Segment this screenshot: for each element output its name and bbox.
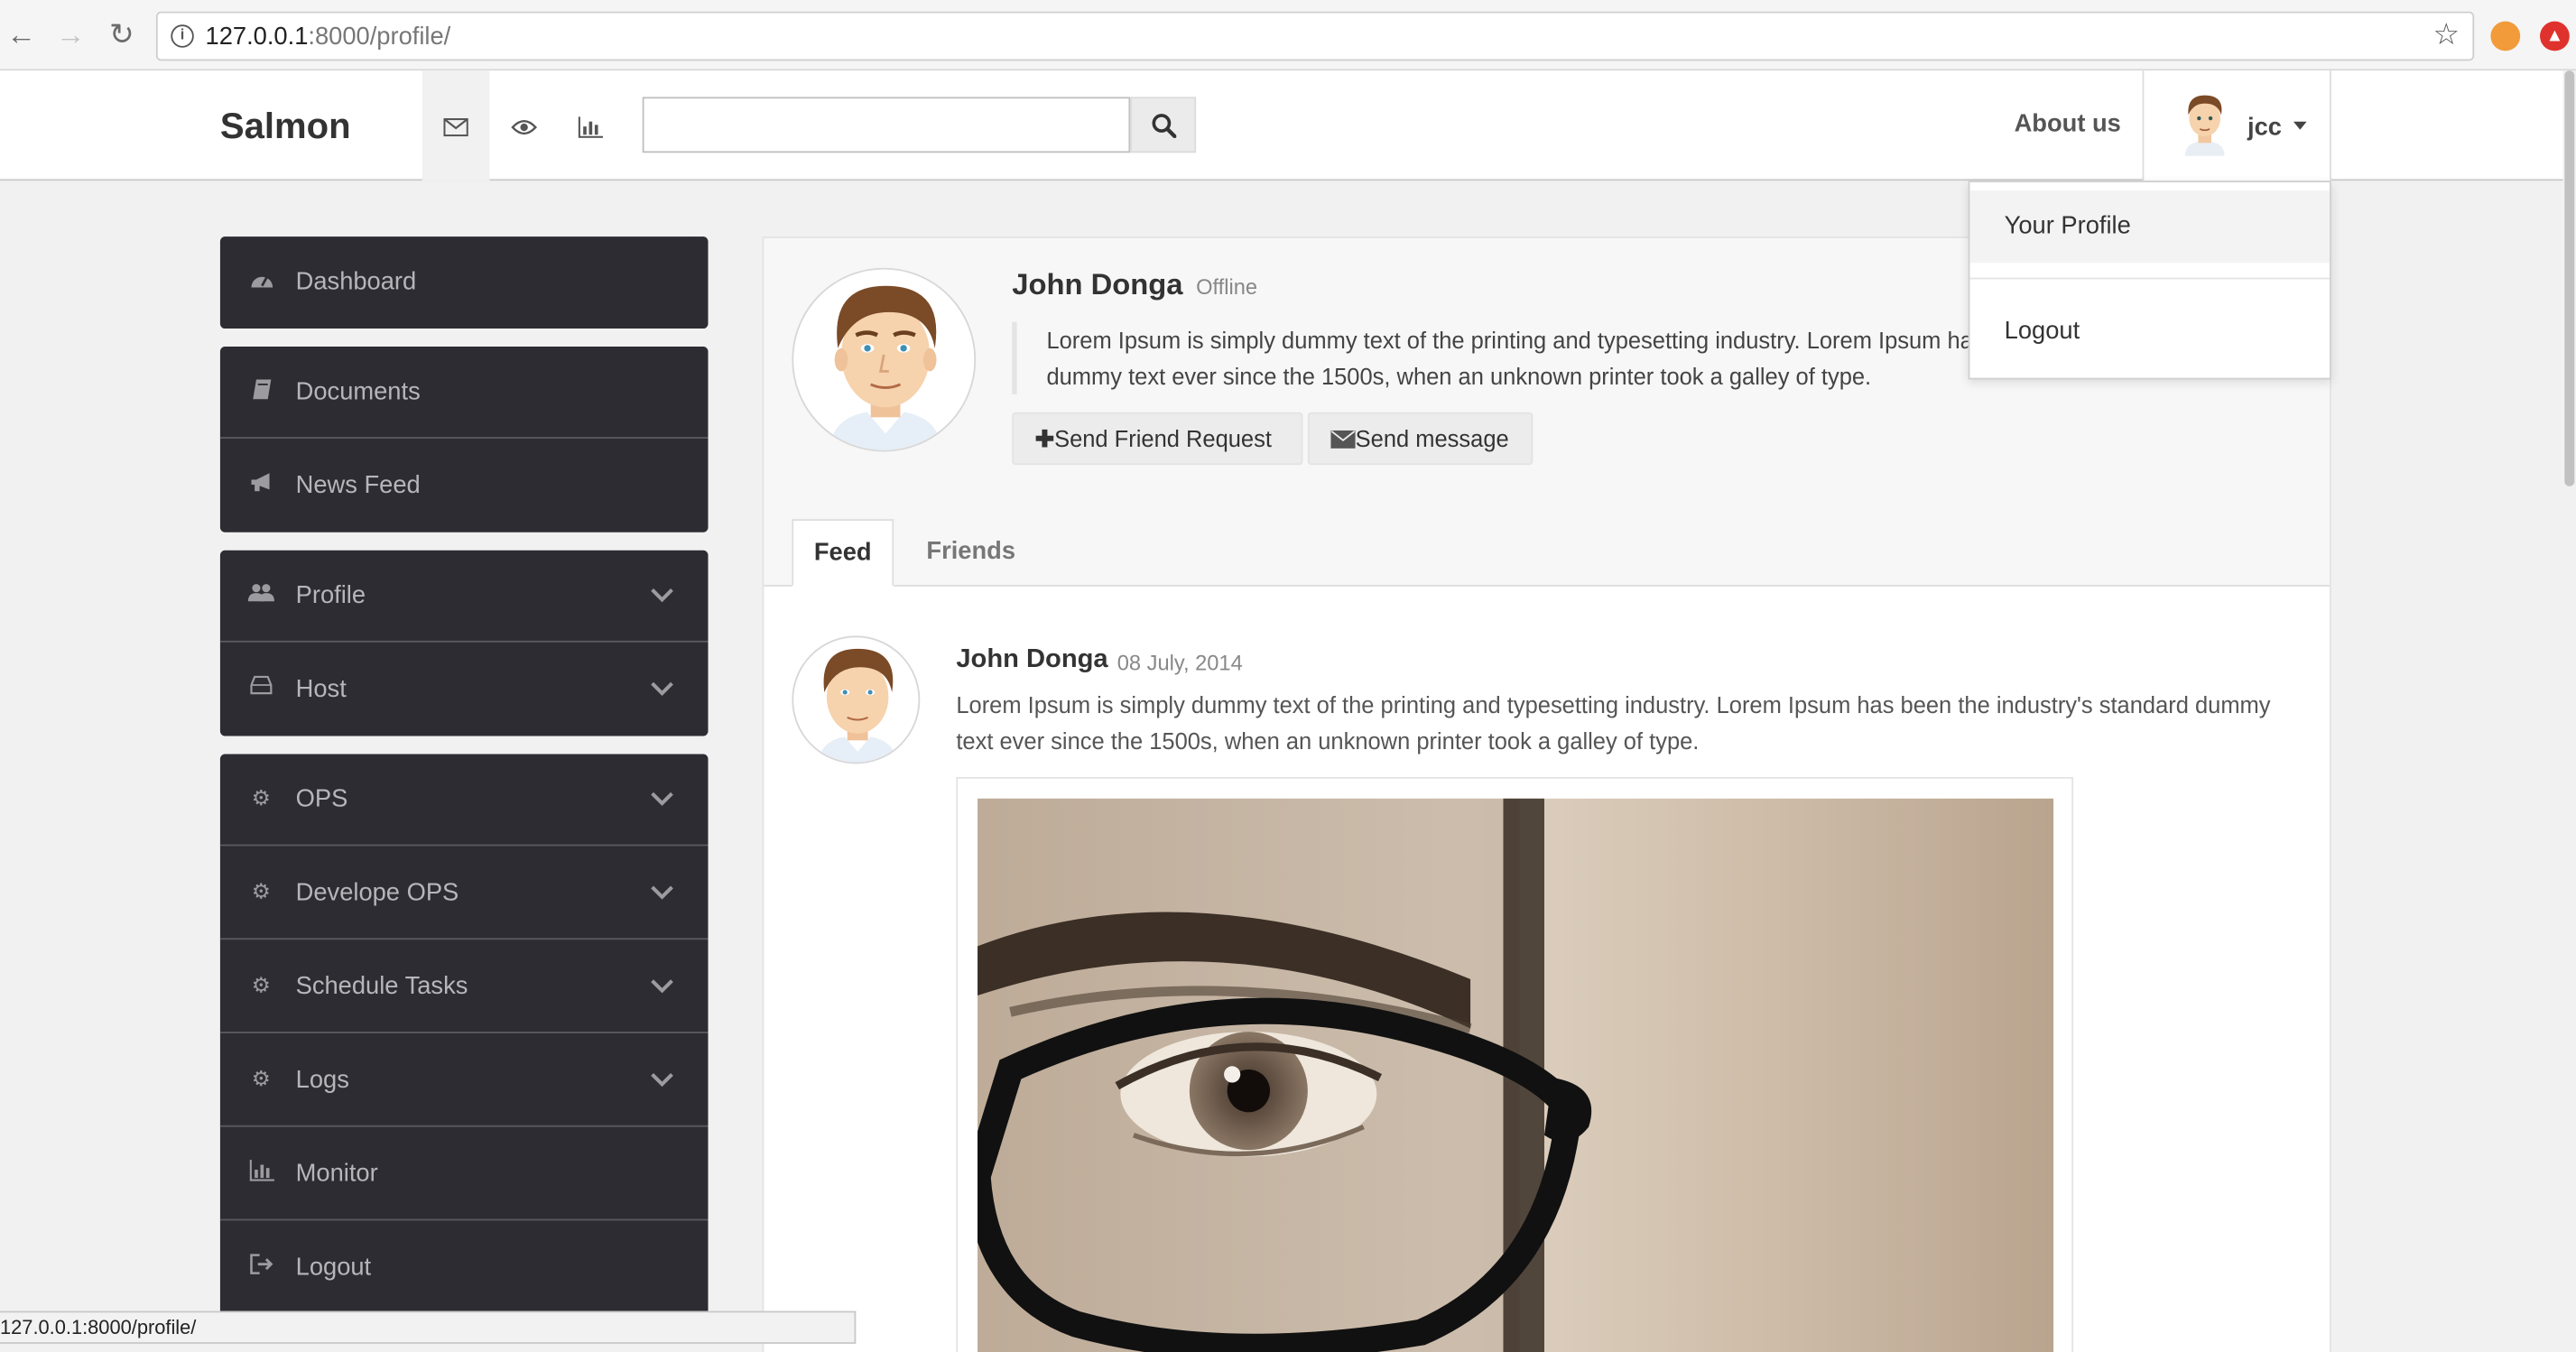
menu-divider [1969,277,2330,280]
profile-name: John Donga [1012,267,1183,301]
sidebar-item-label: Develope OPS [295,878,459,907]
username-label: jcc [2247,113,2283,142]
about-us-link[interactable]: About us [2015,110,2121,138]
sidebar-item-label: Profile [295,581,366,610]
post-text: Lorem Ipsum is simply dummy text of the … [956,691,2271,755]
page-scrollbar-thumb[interactable] [2564,70,2575,486]
plus-icon: ✚ [1034,425,1055,452]
sidebar-item-label: OPS [295,785,348,813]
sidebar-group-content: Documents News Feed [219,347,709,532]
sidebar-item-documents[interactable]: Documents [219,347,709,439]
user-menu-toggle[interactable]: jcc [2142,70,2331,181]
bullhorn-icon [248,471,274,497]
tab-friends[interactable]: Friends [920,519,1022,587]
post-date: 08 July, 2014 [1117,650,1243,676]
post-author-avatar [792,635,921,764]
gear-icon: ⚙ [251,1066,272,1091]
search-icon [1152,114,1177,138]
sidebar-item-label: Dashboard [295,267,417,296]
url-path: :8000/profile/ [308,23,451,51]
browser-toolbar: ← → ↻ i 127.0.0.1:8000/profile/ ☆ ▲ [0,0,2576,71]
sidebar-item-label: Logout [295,1253,372,1282]
gear-icon: ⚙ [251,972,272,997]
gear-icon: ⚙ [251,785,272,810]
send-message-label: Send message [1355,425,1509,452]
address-bar[interactable]: i 127.0.0.1:8000/profile/ ☆ [155,11,2475,61]
send-friend-request-label: Send Friend Request [1054,425,1272,452]
chevron-down-icon [651,792,673,806]
sidebar-item-label: Logs [295,1066,349,1095]
sidebar-item-dashboard[interactable]: Dashboard [220,236,709,329]
tab-feed[interactable]: Feed [792,519,894,587]
brand-logo[interactable]: Salmon [220,105,351,147]
post-image-frame [956,776,2074,1352]
send-friend-request-button[interactable]: ✚Send Friend Request [1012,412,1303,466]
sidebar-item-label: Monitor [295,1160,378,1189]
sidebar-item-label: News Feed [295,471,421,500]
sidebar-item-label: Host [295,675,347,704]
envelope-icon [1330,430,1356,449]
sidebar-item-label: Schedule Tasks [295,972,468,1001]
profile-panel: John Donga Offline Lorem Ipsum is simply… [762,236,2331,1352]
caret-down-icon [2293,121,2307,130]
book-icon [248,378,274,404]
browser-status-url: 127.0.0.1:8000/profile/ [0,1310,857,1344]
chevron-down-icon [651,1072,673,1088]
search-button[interactable] [1130,97,1197,153]
search-input[interactable] [642,97,1131,153]
send-message-button[interactable]: Send message [1307,412,1534,466]
bookmark-star-icon[interactable]: ☆ [2432,18,2459,52]
sidebar-item-logs[interactable]: ⚙ Logs [219,1035,709,1127]
post-image[interactable] [978,798,2054,1352]
chevron-down-icon [651,979,673,994]
chevron-down-icon [651,885,673,900]
bar-chart-icon[interactable] [557,70,625,181]
info-icon[interactable]: i [171,24,194,48]
gear-icon: ⚙ [251,878,272,904]
sidebar-item-monitor[interactable]: Monitor [219,1128,709,1221]
users-icon [247,581,274,607]
sidebar-group-dashboard: Dashboard [219,236,709,329]
sign-out-icon [248,1254,274,1280]
hdd-icon [248,675,274,701]
sidebar-item-schedule-tasks[interactable]: ⚙ Schedule Tasks [219,941,709,1033]
eye-icon[interactable] [489,70,557,181]
your-profile-menu-item[interactable]: Your Profile [1969,190,2330,264]
sidebar-item-profile[interactable]: Profile [219,551,709,643]
chevron-down-icon [651,588,673,603]
envelope-icon[interactable] [422,70,490,181]
post-author-name[interactable]: John Donga [956,645,1107,675]
reload-icon[interactable]: ↻ [105,18,137,51]
back-arrow-icon[interactable]: ← [5,18,37,51]
status-badge: Offline [1196,273,1258,300]
sidebar-item-news-feed[interactable]: News Feed [220,440,709,532]
avatar [2175,90,2235,156]
forward-arrow-icon[interactable]: → [54,18,87,51]
url-text: 127.0.0.1:8000/profile/ [206,23,451,51]
chevron-down-icon [651,681,673,696]
sidebar-item-logout[interactable]: Logout [220,1222,709,1314]
user-dropdown-menu: Your Profile Logout [1968,181,2331,380]
extension-icon[interactable] [2490,21,2521,51]
dashboard-icon [248,268,274,294]
sidebar-item-host[interactable]: Host [220,644,709,736]
sidebar-group-ops: ⚙ OPS ⚙ Develope OPS ⚙ Schedule Tasks ⚙ … [219,754,709,1329]
extension-upload-icon[interactable]: ▲ [2540,21,2570,51]
logout-menu-item[interactable]: Logout [1969,299,2330,365]
bar-chart-icon [248,1160,274,1186]
url-host: 127.0.0.1 [205,23,309,51]
site-navbar: Salmon About us jcc [0,70,2563,181]
sidebar-item-ops[interactable]: ⚙ OPS [219,754,709,847]
sidebar-item-develope-ops[interactable]: ⚙ Develope OPS [219,847,709,940]
sidebar-item-label: Documents [295,377,421,406]
profile-avatar [792,267,977,452]
sidebar-group-profile: Profile Host [219,550,709,736]
